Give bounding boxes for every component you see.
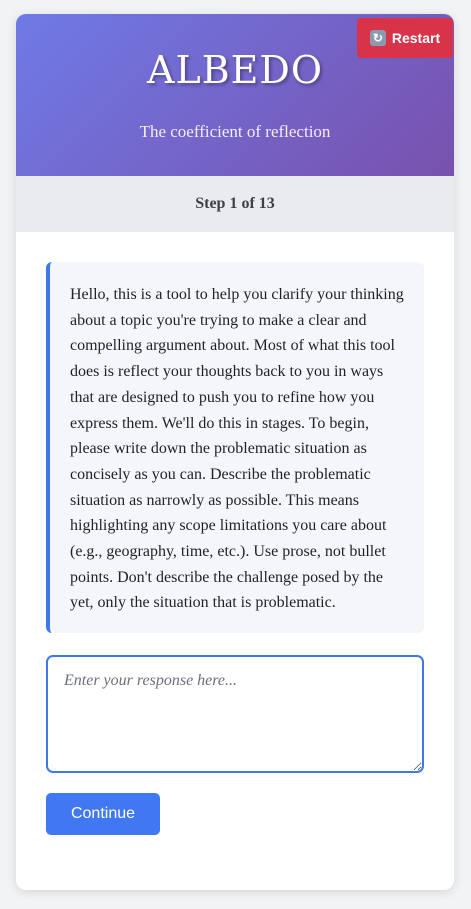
step-label: Step 1 of 13 [195, 195, 275, 212]
prompt-text: Hello, this is a tool to help you clarif… [70, 286, 404, 612]
restart-button[interactable]: ↻ Restart [357, 18, 453, 58]
refresh-icon: ↻ [369, 30, 386, 46]
app-header: ALBEDO The coefficient of reflection ↻ R… [16, 14, 454, 176]
restart-label: Restart [391, 30, 441, 46]
app-subtitle: The coefficient of reflection [139, 122, 331, 141]
step-indicator: Step 1 of 13 [16, 176, 454, 232]
continue-button[interactable]: Continue [46, 793, 160, 835]
response-textarea[interactable] [46, 655, 424, 773]
prompt-box: Hello, this is a tool to help you clarif… [46, 262, 424, 633]
albedo-card: ALBEDO The coefficient of reflection ↻ R… [16, 14, 454, 890]
